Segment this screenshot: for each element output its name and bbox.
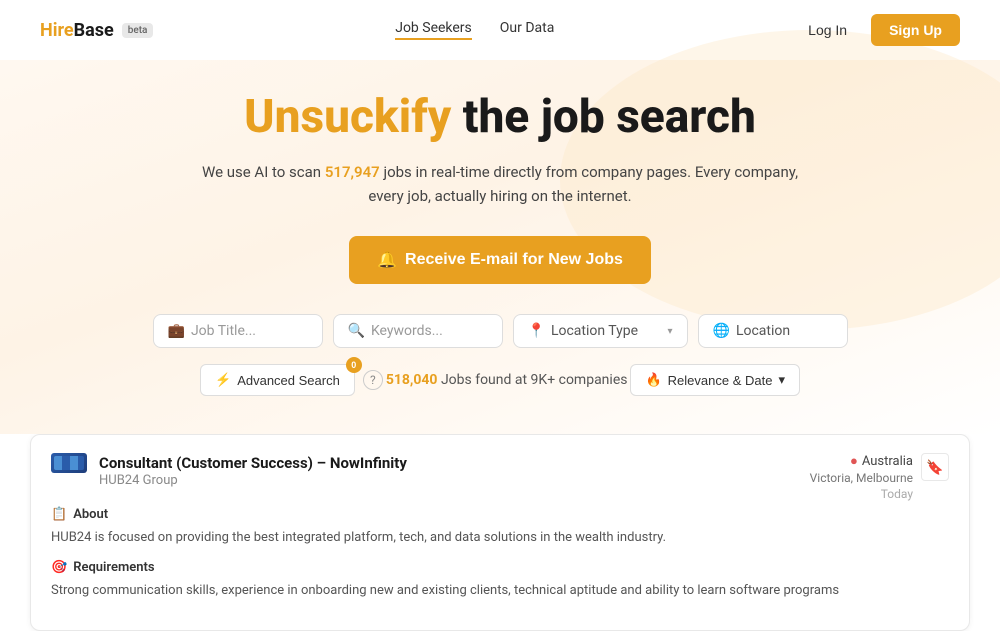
nav-center: Job Seekers Our Data: [395, 20, 554, 40]
filter-left: ⚡ Advanced Search 0 ?: [200, 364, 383, 396]
country-name: Australia: [862, 454, 913, 469]
advanced-label: Advanced Search: [237, 373, 340, 388]
advanced-icon: ⚡: [215, 372, 231, 388]
logo: HireBase: [40, 20, 114, 41]
requirements-text: Strong communication skills, experience …: [51, 581, 949, 601]
job-right: ● Australia Victoria, Melbourne Today 🔖: [810, 453, 949, 501]
jobs-container: Consultant (Customer Success) – NowInfin…: [0, 434, 1000, 631]
results-count: 518,040 Jobs found at 9K+ companies: [386, 372, 628, 388]
filter-row: ⚡ Advanced Search 0 ? 518,040 Jobs found…: [40, 364, 960, 396]
keywords-icon: 🔍: [348, 323, 365, 339]
cta-button[interactable]: 🔔 Receive E-mail for New Jobs: [349, 236, 651, 284]
cta-label: Receive E-mail for New Jobs: [405, 251, 623, 269]
subtitle-count: 517,947: [325, 163, 380, 181]
about-text: HUB24 is focused on providing the best i…: [51, 528, 949, 548]
company-name: HUB24 Group: [99, 473, 407, 488]
keywords-placeholder: Keywords...: [371, 323, 443, 339]
keywords-input[interactable]: 🔍 Keywords...: [333, 314, 503, 348]
subtitle-post: jobs in real-time directly from company …: [368, 163, 798, 205]
job-card-header: Consultant (Customer Success) – NowInfin…: [51, 453, 949, 501]
job-city: Victoria, Melbourne: [810, 471, 913, 485]
cta-icon: 🔔: [377, 250, 397, 270]
job-date: Today: [810, 487, 913, 501]
chevron-down-icon: ▾: [667, 326, 672, 337]
job-card: Consultant (Customer Success) – NowInfin…: [30, 434, 970, 631]
about-label: About: [73, 507, 108, 522]
advanced-badge: 0: [346, 357, 362, 373]
job-title-input[interactable]: 💼 Job Title...: [153, 314, 323, 348]
logo-placeholder: [54, 456, 84, 470]
job-title-placeholder: Job Title...: [191, 323, 256, 339]
help-icon[interactable]: ?: [363, 370, 383, 390]
location-type-label: Location Type: [551, 323, 638, 339]
title-orange: Unsuckify: [244, 90, 451, 144]
search-bar: 💼 Job Title... 🔍 Keywords... 📍 Location …: [40, 314, 960, 348]
advanced-search-button[interactable]: ⚡ Advanced Search 0: [200, 364, 355, 396]
sort-chevron-icon: ▾: [778, 372, 785, 388]
title-dark: the job search: [451, 90, 756, 144]
job-title-row: Consultant (Customer Success) – NowInfin…: [51, 453, 407, 473]
requirements-icon: 🎯: [51, 560, 67, 575]
company-logo: [51, 453, 87, 473]
sort-label: Relevance & Date: [668, 373, 773, 388]
requirements-section-label: 🎯 Requirements: [51, 560, 949, 575]
subtitle-pre: We use AI to scan: [202, 163, 325, 181]
about-section-label: 📋 About: [51, 507, 949, 522]
navbar: HireBase beta Job Seekers Our Data Log I…: [0, 0, 1000, 60]
job-title: Consultant (Customer Success) – NowInfin…: [99, 454, 407, 472]
logo-base: Base: [74, 20, 114, 41]
login-button[interactable]: Log In: [796, 16, 859, 44]
sort-icon: 🔥: [645, 372, 661, 388]
job-country: ● Australia: [810, 453, 913, 469]
location-icon: 🌐: [713, 323, 730, 339]
beta-badge: beta: [122, 23, 154, 38]
job-location: ● Australia Victoria, Melbourne Today: [810, 453, 913, 501]
job-title-icon: 💼: [168, 323, 185, 339]
hero-subtitle: We use AI to scan 517,947 jobs in real-t…: [190, 160, 810, 208]
nav-left: HireBase beta: [40, 20, 153, 41]
hero-title: Unsuckify the job search: [40, 90, 960, 144]
nav-right: Log In Sign Up: [796, 14, 960, 46]
nav-our-data[interactable]: Our Data: [500, 20, 555, 40]
hero-section: Unsuckify the job search We use AI to sc…: [0, 60, 1000, 434]
requirements-label: Requirements: [73, 560, 154, 575]
about-icon: 📋: [51, 507, 67, 522]
bookmark-button[interactable]: 🔖: [921, 453, 949, 481]
location-placeholder: Location: [736, 323, 790, 339]
nav-job-seekers[interactable]: Job Seekers: [395, 20, 472, 40]
job-main-info: Consultant (Customer Success) – NowInfin…: [51, 453, 407, 500]
location-type-icon: 📍: [528, 323, 545, 339]
signup-button[interactable]: Sign Up: [871, 14, 960, 46]
location-input[interactable]: 🌐 Location: [698, 314, 848, 348]
location-type-select[interactable]: 📍 Location Type ▾: [513, 314, 688, 348]
sort-button[interactable]: 🔥 Relevance & Date ▾: [630, 364, 800, 396]
country-flag: ●: [850, 453, 858, 469]
logo-hire: Hire: [40, 20, 74, 41]
count-number: 518,040: [386, 372, 438, 388]
count-suffix: Jobs found at 9K+ companies: [437, 372, 627, 388]
